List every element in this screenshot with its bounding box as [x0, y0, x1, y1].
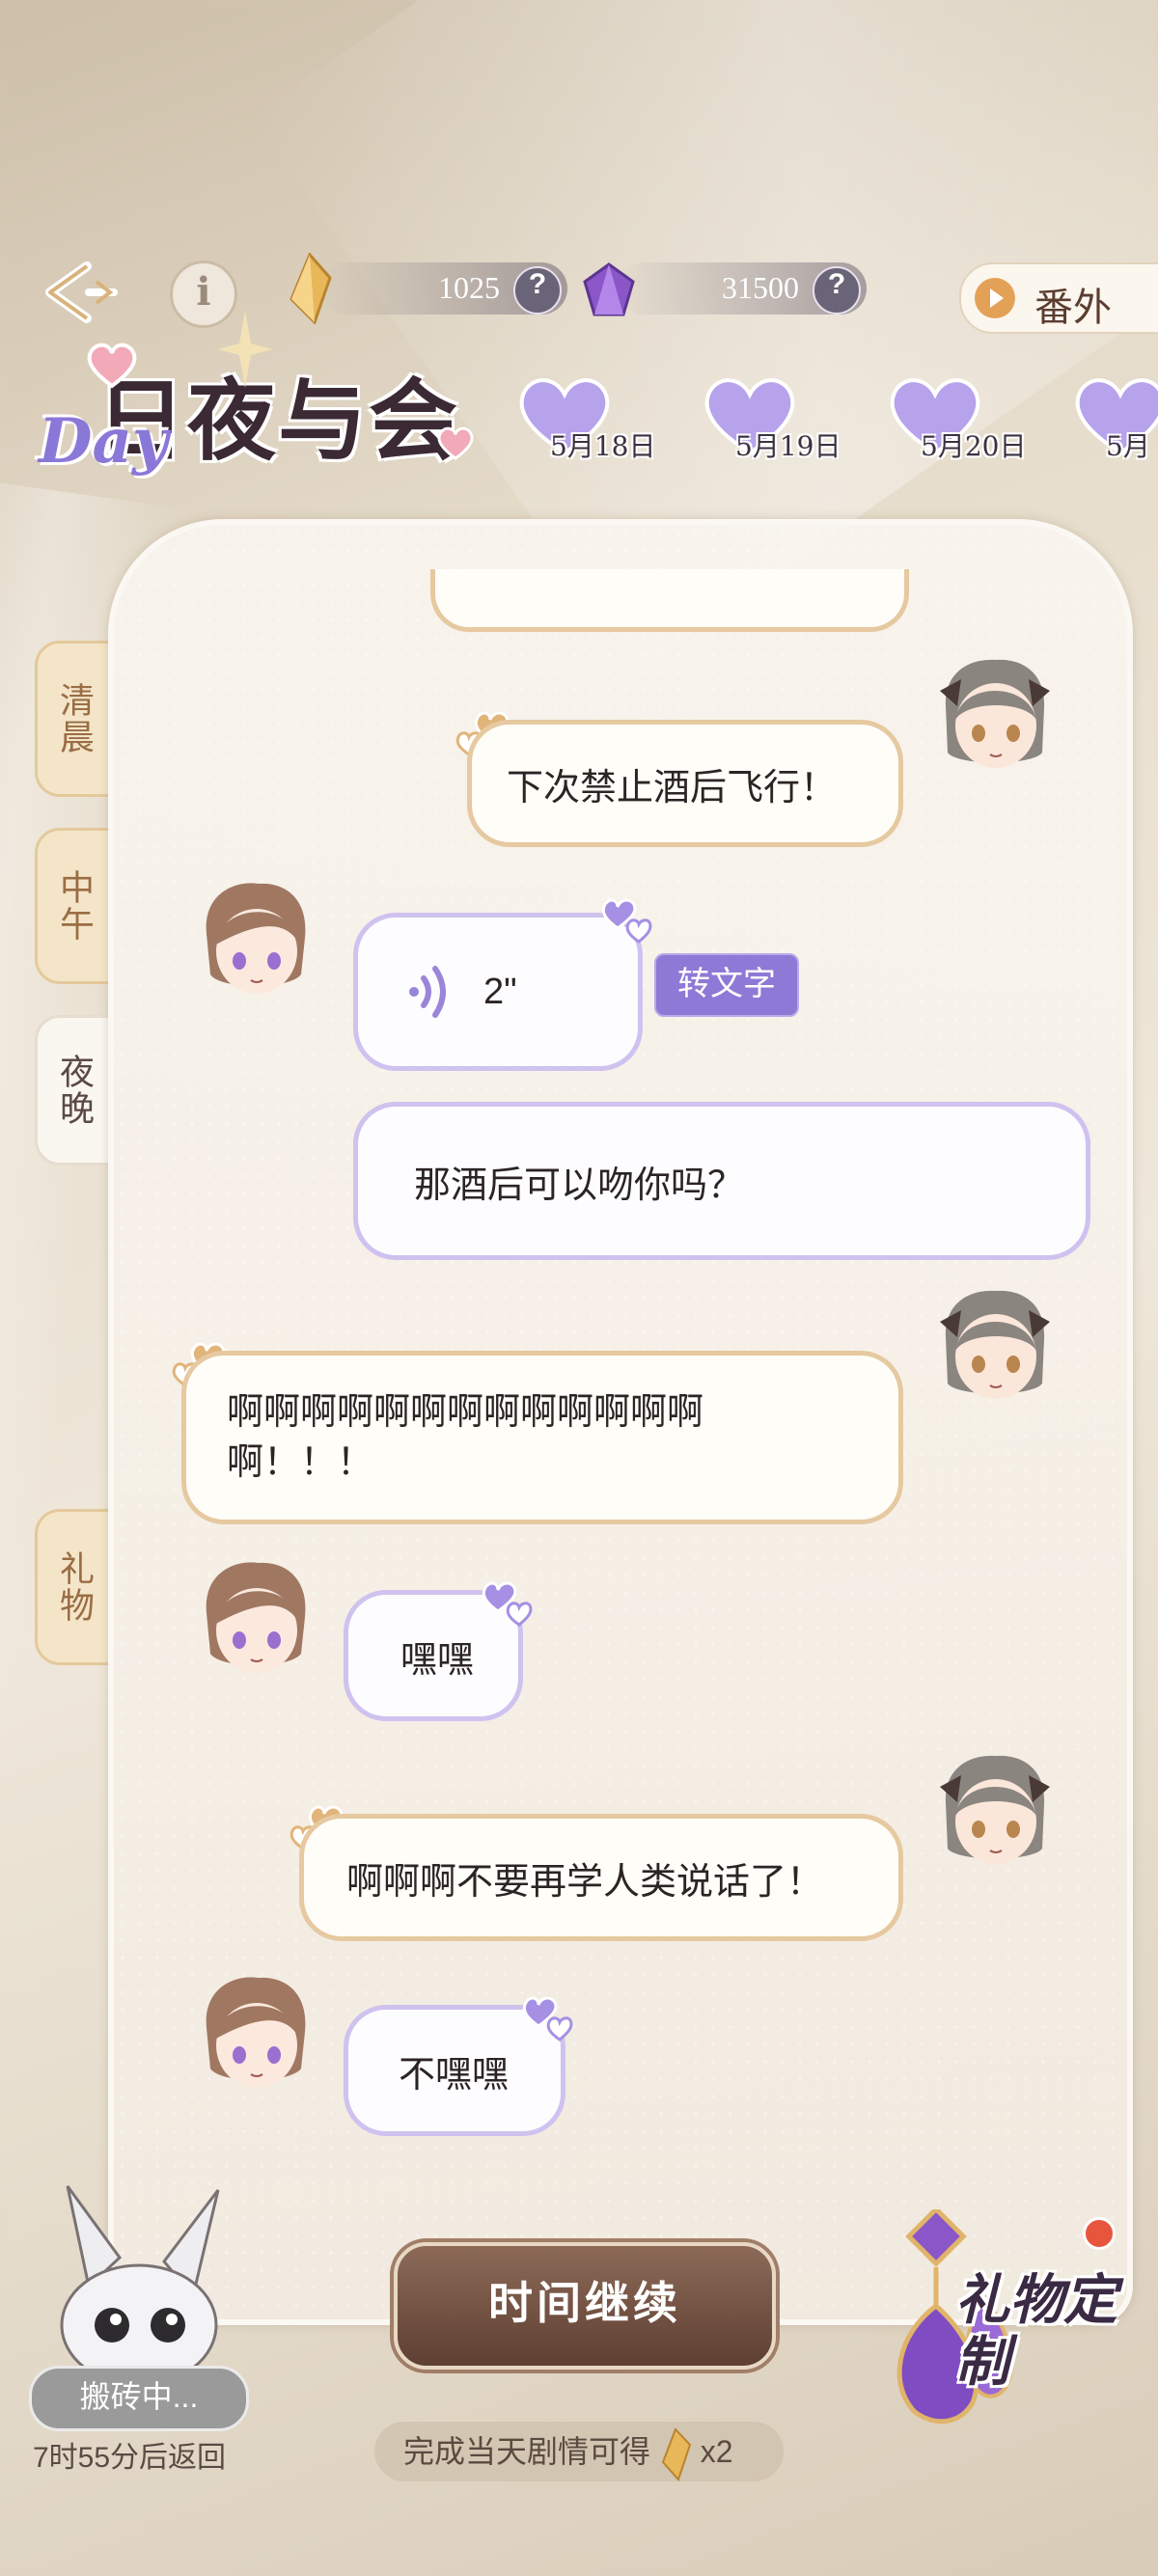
date-heart-4[interactable]: 5月: [1058, 371, 1158, 468]
message-text: 下次禁止酒后飞行！: [507, 767, 838, 808]
return-timer-text: 7时55分后返回: [33, 2442, 227, 2474]
gold-crystal-icon: [661, 2426, 692, 2481]
message-bubble: 下次禁止酒后飞行！: [467, 720, 903, 847]
purple-hearts-icon: [522, 1996, 573, 2042]
gift-custom-label: 礼物定制: [955, 2268, 1117, 2394]
gold-help-button[interactable]: ?: [513, 266, 562, 315]
message-text: 嘿嘿: [400, 1639, 475, 1681]
date-label: 5月: [1106, 430, 1150, 462]
purple-hearts-icon: [601, 898, 652, 944]
bunny-pet-icon[interactable]: [39, 2180, 232, 2383]
convert-to-text-button[interactable]: 转文字: [654, 953, 799, 1017]
hero-avatar[interactable]: [193, 1553, 318, 1688]
pink-heart-icon: [87, 343, 137, 389]
date-label: 5月18日: [550, 430, 656, 462]
reward-info: 完成当天剧情可得 x2: [374, 2422, 784, 2481]
tab-gift[interactable]: 礼物: [35, 1509, 112, 1665]
date-heart-3[interactable]: 5月20日: [872, 371, 1036, 468]
message-bubble: 啊啊啊不要再学人类说话了！: [299, 1814, 903, 1941]
message-text: 啊啊啊不要再学人类说话了！: [346, 1861, 824, 1903]
message-bubble: 那酒后可以吻你吗？: [353, 1102, 1090, 1260]
date-label: 5月20日: [921, 430, 1027, 462]
heroine-avatar[interactable]: [932, 1748, 1058, 1883]
voice-duration: 2": [483, 971, 517, 1012]
tab-noon[interactable]: 中午: [35, 828, 112, 984]
play-icon: [975, 278, 1015, 318]
sparkle-icon: [218, 311, 272, 388]
purple-gem-icon: [583, 262, 635, 316]
message-text: 啊啊啊啊啊啊啊啊啊啊啊啊啊啊！！！: [227, 1392, 704, 1483]
back-button[interactable]: [39, 259, 125, 326]
previous-bubble-edge: [430, 569, 909, 632]
pink-heart-small-icon: [437, 426, 474, 460]
voice-wave-icon: [409, 966, 446, 1018]
extra-story-button[interactable]: 番外: [959, 262, 1158, 334]
gem-amount: 31500: [722, 270, 799, 305]
reward-multiplier: x2: [700, 2434, 733, 2469]
info-icon: i: [196, 269, 211, 315]
message-text: 不嘿嘿: [399, 2054, 510, 2096]
heroine-avatar[interactable]: [932, 1283, 1058, 1418]
gold-currency: 1025 ?: [318, 262, 567, 315]
message-text: 那酒后可以吻你吗？: [414, 1165, 745, 1206]
gold-crystal-icon: [290, 253, 332, 324]
gem-help-button[interactable]: ?: [813, 266, 861, 315]
gold-amount: 1025: [438, 270, 500, 305]
hero-avatar[interactable]: [193, 874, 318, 1009]
extra-story-label: 番外: [1034, 286, 1112, 330]
back-arrow-icon: [45, 261, 118, 323]
tab-morning[interactable]: 清晨: [35, 641, 112, 797]
purple-hearts-icon: [482, 1581, 533, 1627]
date-heart-1[interactable]: 5月18日: [502, 371, 666, 468]
status-badge-busy: 搬砖中...: [29, 2366, 249, 2431]
notification-dot: [1083, 2217, 1116, 2250]
gem-currency: 31500 ?: [618, 262, 867, 315]
tab-night[interactable]: 夜晚: [35, 1015, 112, 1165]
date-heart-2[interactable]: 5月19日: [687, 371, 851, 468]
message-bubble: 啊啊啊啊啊啊啊啊啊啊啊啊啊啊！！！: [181, 1351, 903, 1524]
logo-day-tag: Day: [39, 405, 169, 478]
date-label: 5月19日: [735, 430, 841, 462]
hero-avatar[interactable]: [193, 1968, 318, 2103]
heroine-avatar[interactable]: [932, 652, 1058, 787]
reward-text: 完成当天剧情可得: [403, 2434, 651, 2469]
continue-time-button[interactable]: 时间继续: [394, 2242, 776, 2370]
